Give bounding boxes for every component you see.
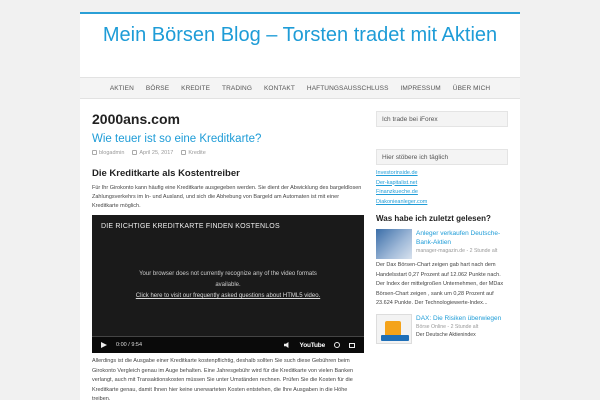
post-date-label: April 25, 2017 (139, 150, 174, 156)
user-icon (92, 150, 97, 156)
video-message: Your browser does not currently recogniz… (92, 269, 364, 302)
nav-kontakt[interactable]: KONTAKT (258, 85, 301, 92)
article-info: Anleger verkaufen Deutsche-Bank-Aktien m… (416, 229, 508, 259)
calendar-icon (132, 150, 138, 156)
sidebar-link-der-kapitalist[interactable]: Der-kapitalist.net (376, 179, 508, 189)
nav-boerse[interactable]: BÖRSE (140, 85, 175, 92)
nav-impressum[interactable]: IMPRESSUM (395, 85, 447, 92)
article-info: DAX: Die Risiken überwiegen Börse Online… (416, 314, 501, 344)
article-title[interactable]: Anleger verkaufen Deutsche-Bank-Aktien (416, 229, 508, 247)
article-excerpt: Der Deutsche Aktienindex (416, 332, 476, 339)
post-author-label: blogadmin (99, 150, 125, 156)
article-thumbnail[interactable] (376, 229, 412, 260)
recent-heading: Was habe ich zuletzt gelesen? (376, 214, 491, 224)
video-time: 0:00 / 9:54 (116, 342, 142, 348)
sidebar-link-finanzkueche[interactable]: Finanzkueche.de (376, 188, 508, 198)
video-faq-link[interactable]: Click here to visit our frequently asked… (92, 291, 364, 302)
article-source: Börse Online - 2 Stunde alt (416, 323, 479, 330)
video-time-current: 0:00 (116, 342, 127, 348)
site-header: Mein Börsen Blog – Torsten tradet mit Ak… (80, 14, 520, 77)
nav-aktien[interactable]: AKTIEN (104, 85, 140, 92)
video-time-total: 9:54 (131, 342, 143, 348)
settings-gear-icon[interactable] (334, 342, 340, 348)
fullscreen-icon[interactable] (349, 342, 355, 348)
nav-haftungsausschluss[interactable]: HAFTUNGSAUSSCHLUSS (301, 85, 395, 92)
page-container: Mein Börsen Blog – Torsten tradet mit Ak… (80, 12, 520, 400)
main-navigation: AKTIEN BÖRSE KREDITE TRADING KONTAKT HAF… (80, 77, 520, 99)
sidebar-link-diakonieanleger[interactable]: Diakonieanleger.com (376, 198, 508, 208)
video-player[interactable]: DIE RICHTIGE KREDITKARTE FINDEN KOSTENLO… (92, 215, 364, 353)
sidebar-links: Investorinside.de Der-kapitalist.net Fin… (376, 169, 508, 207)
article-source: manager-magazin.de - 2 Stunde alt (416, 248, 498, 255)
article-title[interactable]: DAX: Die Risiken überwiegen (416, 314, 501, 323)
nav-kredite[interactable]: KREDITE (175, 85, 216, 92)
video-title[interactable]: DIE RICHTIGE KREDITKARTE FINDEN KOSTENLO… (101, 223, 280, 230)
widget-iforex[interactable]: Ich trade bei iForex (376, 111, 508, 127)
post-category[interactable]: Kredite (181, 150, 206, 156)
thumbnail-shape (381, 334, 409, 341)
section-title: 2000ans.com (92, 111, 180, 127)
post-category-label: Kredite (188, 150, 206, 156)
entry-heading: Die Kreditkarte als Kostentreiber (92, 168, 240, 179)
entry-paragraph-1: Für Ihr Girokonto kann häufig eine Kredi… (92, 185, 362, 209)
article-excerpt: Der Dax Börsen-Chart zeigen gab hart nac… (376, 262, 504, 307)
post-meta: blogadmin April 25, 2017 Kredite (92, 150, 366, 156)
sidebar-link-investorinside[interactable]: Investorinside.de (376, 169, 508, 179)
video-controls: 0:00 / 9:54 YouTube (92, 337, 364, 353)
video-message-line1: Your browser does not currently recogniz… (139, 271, 317, 277)
post-title[interactable]: Wie teuer ist so eine Kreditkarte? (92, 133, 366, 145)
recent-article-2[interactable]: DAX: Die Risiken überwiegen Börse Online… (376, 313, 508, 344)
main-content: 2000ans.com Wie teuer ist so eine Kredit… (92, 111, 366, 400)
folder-icon (181, 150, 187, 156)
post-author[interactable]: blogadmin (92, 150, 124, 156)
sidebar: Ich trade bei iForex Hier stöbere ich tä… (376, 111, 508, 344)
recent-article-1[interactable]: Anleger verkaufen Deutsche-Bank-Aktien m… (376, 229, 508, 260)
article-thumbnail[interactable] (376, 313, 412, 344)
youtube-logo[interactable]: YouTube (300, 342, 326, 349)
play-icon[interactable] (101, 342, 107, 348)
site-title[interactable]: Mein Börsen Blog – Torsten tradet mit Ak… (80, 25, 520, 46)
nav-ueber-mich[interactable]: ÜBER MICH (447, 85, 496, 92)
volume-icon[interactable] (283, 342, 289, 348)
nav-trading[interactable]: TRADING (216, 85, 258, 92)
post-date[interactable]: April 25, 2017 (132, 150, 173, 156)
video-time-separator: / (128, 342, 130, 348)
entry-paragraph-2: Allerdings ist die Ausgabe einer Kreditk… (92, 358, 354, 400)
video-message-line2: available. (215, 282, 241, 288)
widget-stoebere: Hier stöbere ich täglich (376, 149, 508, 165)
